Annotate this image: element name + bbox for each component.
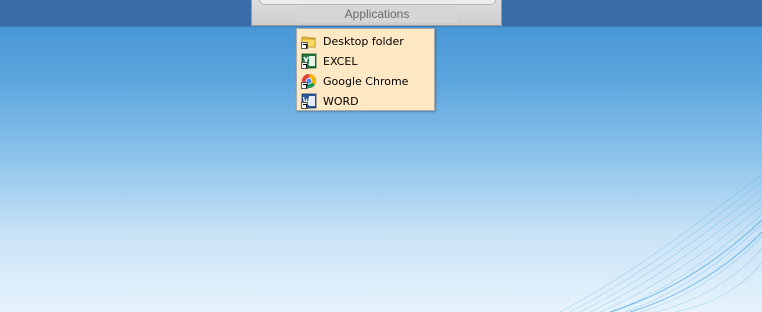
menu-item-word[interactable]: WORD: [297, 91, 434, 111]
word-shortcut-icon: [301, 93, 317, 109]
menu-item-label: WORD: [323, 94, 359, 108]
chrome-shortcut-icon: [301, 73, 317, 89]
panel-slot: [259, 0, 496, 5]
applications-panel[interactable]: Applications: [251, 0, 502, 26]
folder-shortcut-icon: [301, 33, 317, 49]
menu-item-google-chrome[interactable]: Google Chrome: [297, 71, 434, 91]
excel-shortcut-icon: [301, 53, 317, 69]
menu-item-desktop-folder[interactable]: Desktop folder: [297, 31, 434, 51]
applications-label[interactable]: Applications: [297, 6, 457, 22]
menu-item-label: Desktop folder: [323, 34, 404, 48]
applications-menu: Desktop folder EXCEL Google Chrome WORD: [296, 28, 435, 111]
menu-item-label: EXCEL: [323, 54, 358, 68]
menu-item-label: Google Chrome: [323, 74, 409, 88]
menu-item-excel[interactable]: EXCEL: [297, 51, 434, 71]
